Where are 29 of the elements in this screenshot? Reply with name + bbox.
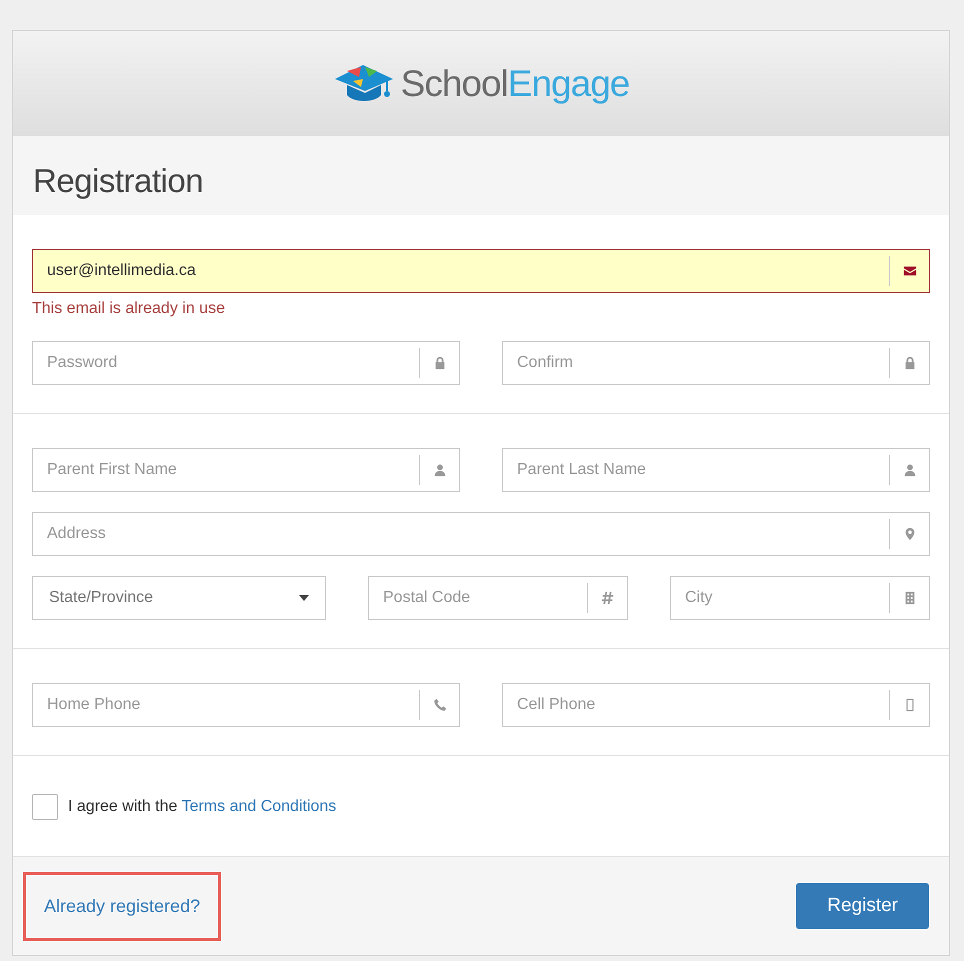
- agreement-text: I agree with the Terms and Conditions: [68, 797, 336, 817]
- login-link[interactable]: Already registered?: [23, 872, 222, 940]
- input-field[interactable]: Parent Last Name: [502, 448, 930, 492]
- user-icon: [432, 463, 446, 477]
- lock-icon: [432, 356, 446, 370]
- input-field[interactable]: Password: [32, 341, 460, 385]
- input-field[interactable]: Home Phone: [32, 683, 460, 727]
- building-icon: [902, 591, 916, 605]
- logo-text: SchoolEngage: [400, 62, 630, 106]
- checkbox[interactable]: [32, 794, 58, 820]
- lock-icon: [902, 356, 916, 370]
- input-field[interactable]: Address: [32, 512, 930, 556]
- input-field[interactable]: Confirm: [502, 341, 930, 385]
- input-field[interactable]: Cell Phone: [502, 683, 930, 727]
- envelope-icon: [902, 264, 916, 278]
- phone-icon: [432, 698, 446, 712]
- hash-icon: [600, 591, 614, 605]
- user-icon: [902, 463, 916, 477]
- page-title: Registration: [13, 136, 949, 215]
- error-message: This email is already in use: [32, 299, 226, 319]
- input-field[interactable]: Parent First Name: [32, 448, 460, 492]
- terms-link[interactable]: Terms and Conditions: [182, 798, 336, 815]
- caret-icon: [299, 595, 309, 601]
- input-field[interactable]: user@intellimedia.ca: [32, 249, 930, 293]
- map-marker-icon: [902, 527, 916, 541]
- select-field[interactable]: State/Province: [32, 576, 326, 620]
- register-button[interactable]: Register: [796, 882, 929, 930]
- input-field[interactable]: City: [670, 576, 930, 620]
- input-field[interactable]: Postal Code: [368, 576, 628, 620]
